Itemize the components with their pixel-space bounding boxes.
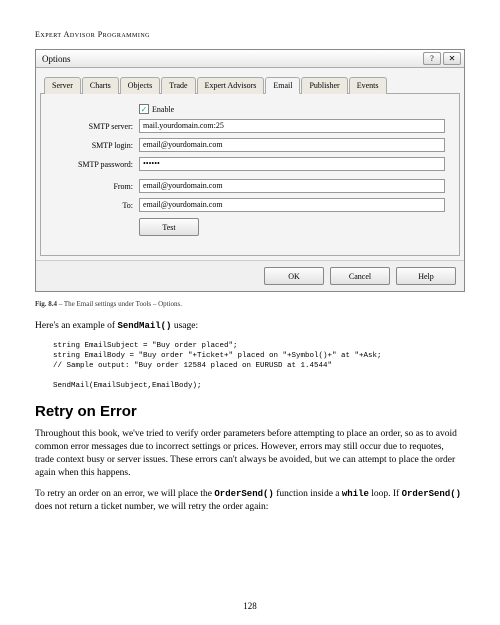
smtp-password-label: SMTP password: xyxy=(55,160,139,169)
from-label: From: xyxy=(55,182,139,191)
smtp-login-label: SMTP login: xyxy=(55,141,139,150)
page-number: 128 xyxy=(0,601,500,611)
text-fragment: To retry an order on an error, we will p… xyxy=(35,489,214,499)
options-dialog: Options ? ✕ Server Charts Objects Trade … xyxy=(35,49,465,292)
tab-strip: Server Charts Objects Trade Expert Advis… xyxy=(40,72,460,94)
tab-charts[interactable]: Charts xyxy=(82,77,119,94)
tab-server[interactable]: Server xyxy=(44,77,81,94)
tab-events[interactable]: Events xyxy=(349,77,387,94)
text-fragment: loop. If xyxy=(369,489,402,499)
tab-objects[interactable]: Objects xyxy=(120,77,160,94)
email-tab-panel: ✓ Enable SMTP server: mail.yourdomain.co… xyxy=(40,94,460,256)
section-heading-retry: Retry on Error xyxy=(35,403,465,420)
text-fragment: Here's an example of xyxy=(35,321,117,331)
code-ordersend-1: OrderSend() xyxy=(214,489,273,499)
code-sendmail: SendMail() xyxy=(117,321,171,331)
text-fragment: does not return a ticket number, we will… xyxy=(35,502,268,512)
cancel-button[interactable]: Cancel xyxy=(330,267,390,285)
text-fragment: usage: xyxy=(171,321,198,331)
help-icon[interactable]: ? xyxy=(423,52,441,65)
paragraph-sendmail-intro: Here's an example of SendMail() usage: xyxy=(35,320,465,333)
dialog-title: Options xyxy=(42,54,71,64)
smtp-server-input[interactable]: mail.yourdomain.com:25 xyxy=(139,119,445,133)
close-icon[interactable]: ✕ xyxy=(443,52,461,65)
to-label: To: xyxy=(55,201,139,210)
tab-email[interactable]: Email xyxy=(265,77,300,94)
tab-publisher[interactable]: Publisher xyxy=(301,77,347,94)
test-button[interactable]: Test xyxy=(139,218,199,236)
page-header: Expert Advisor Programming xyxy=(35,30,465,39)
tab-expert-advisors[interactable]: Expert Advisors xyxy=(197,77,265,94)
help-button[interactable]: Help xyxy=(396,267,456,285)
enable-checkbox[interactable]: ✓ xyxy=(139,104,149,114)
figure-caption: Fig. 8.4 – The Email settings under Tool… xyxy=(35,300,465,308)
dialog-titlebar: Options ? ✕ xyxy=(36,50,464,68)
dialog-button-row: OK Cancel Help xyxy=(36,260,464,291)
tab-trade[interactable]: Trade xyxy=(161,77,195,94)
code-ordersend-2: OrderSend() xyxy=(402,489,461,499)
enable-label: Enable xyxy=(152,105,174,114)
figure-number: Fig. 8.4 xyxy=(35,300,57,308)
smtp-login-input[interactable]: email@yourdomain.com xyxy=(139,138,445,152)
code-block-sendmail: string EmailSubject = "Buy order placed"… xyxy=(53,341,465,392)
to-input[interactable]: email@yourdomain.com xyxy=(139,198,445,212)
from-input[interactable]: email@yourdomain.com xyxy=(139,179,445,193)
paragraph-retry-detail: To retry an order on an error, we will p… xyxy=(35,488,465,514)
text-fragment: function inside a xyxy=(274,489,342,499)
paragraph-retry-intro: Throughout this book, we've tried to ver… xyxy=(35,428,465,479)
code-while: while xyxy=(342,489,369,499)
smtp-server-label: SMTP server: xyxy=(55,122,139,131)
ok-button[interactable]: OK xyxy=(264,267,324,285)
figure-caption-text: – The Email settings under Tools – Optio… xyxy=(57,300,182,308)
smtp-password-input[interactable]: •••••• xyxy=(139,157,445,171)
